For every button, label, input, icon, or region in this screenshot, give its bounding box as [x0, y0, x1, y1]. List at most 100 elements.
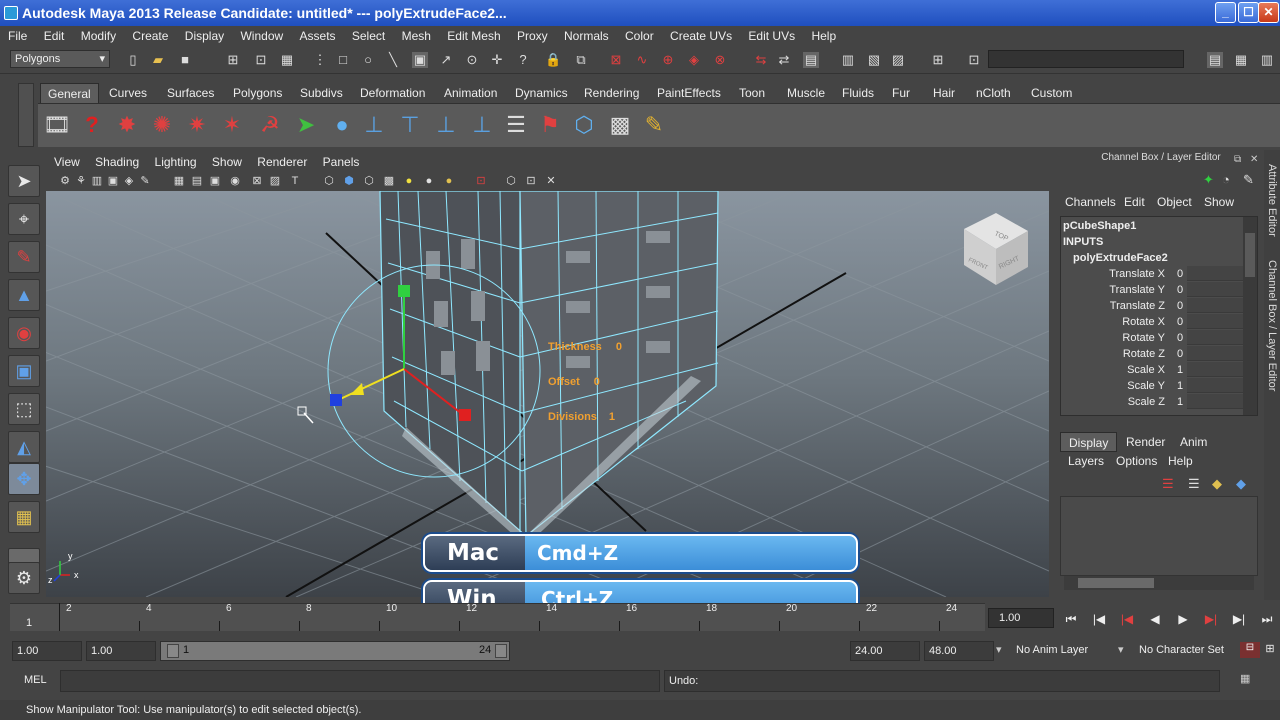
viewport-menu-show[interactable]: Show — [212, 155, 242, 169]
go-to-end-icon[interactable]: ⏭ — [1256, 610, 1278, 628]
menu-normals[interactable]: Normals — [564, 29, 609, 43]
safe-action-icon[interactable]: ▨ — [268, 174, 282, 188]
xray-icon[interactable]: ⬡ — [504, 174, 518, 188]
outliner-icon[interactable]: ☰ — [502, 111, 530, 139]
tab-render[interactable]: Render — [1118, 432, 1173, 452]
channel-pencil-icon[interactable]: ✎ — [1243, 172, 1254, 188]
gate-mask-icon[interactable]: ◉ — [228, 174, 242, 188]
rotate-tool-icon[interactable]: ◉ — [8, 317, 40, 349]
channel-scrollbar[interactable] — [1243, 217, 1257, 415]
tab-muscle[interactable]: Muscle — [780, 83, 832, 103]
select-other-icon[interactable]: ? — [515, 52, 531, 68]
tab-fluids[interactable]: Fluids — [835, 83, 881, 103]
channel-scrollbar-thumb[interactable] — [1245, 233, 1255, 277]
anim-layer-label[interactable]: No Anim Layer — [1016, 644, 1088, 656]
show-hide-attribute-editor-icon[interactable]: ▤ — [1207, 52, 1223, 68]
channel-control-icon[interactable]: ⚑ — [536, 111, 564, 139]
menu-display[interactable]: Display — [185, 29, 224, 43]
show-hide-channel-box-icon[interactable]: ▥ — [1259, 52, 1275, 68]
tab-rendering[interactable]: Rendering — [577, 83, 646, 103]
snap-view-plane-icon[interactable]: ◈ — [686, 52, 702, 68]
textured-icon[interactable]: ▩ — [382, 174, 396, 188]
film-gate-icon[interactable]: ▤ — [190, 174, 204, 188]
anim-layer-dropdown-icon[interactable]: ▾ — [996, 643, 1002, 656]
select-joint-icon[interactable]: □ — [335, 52, 351, 68]
step-back-frame-icon[interactable]: |◀ — [1116, 610, 1138, 628]
select-component-icon[interactable]: ▦ — [279, 52, 295, 68]
lattice-icon[interactable]: ⊤ — [396, 111, 424, 139]
animation-end-field[interactable]: 48.00 — [924, 641, 994, 661]
step-forward-key-icon[interactable]: ▶| — [1228, 610, 1250, 628]
menu-proxy[interactable]: Proxy — [517, 29, 548, 43]
mode-selector[interactable]: Polygons ▾ — [10, 50, 110, 68]
snap-point-icon[interactable]: ⊕ — [660, 52, 676, 68]
open-scene-icon[interactable]: ▰ — [150, 52, 166, 68]
grease-pencil-icon[interactable]: ✎ — [138, 174, 152, 188]
viewport-menu-lighting[interactable]: Lighting — [155, 155, 197, 169]
channel-menu-object[interactable]: Object — [1157, 195, 1192, 209]
highlight-selection-icon[interactable]: ⧉ — [573, 52, 589, 68]
tab-polygons[interactable]: Polygons — [226, 83, 289, 103]
tab-hair[interactable]: Hair — [926, 83, 962, 103]
safe-title-icon[interactable]: T — [288, 174, 302, 188]
channel-row[interactable]: Rotate X 0 — [1061, 314, 1257, 330]
grid-cube-icon[interactable]: ▩ — [606, 111, 634, 139]
channel-cycle-icon[interactable]: ◔ — [1222, 172, 1230, 187]
input-node-name[interactable]: polyExtrudeFace2 — [1073, 250, 1168, 266]
shelf-menu-handle[interactable] — [18, 83, 34, 147]
paint-brush-icon[interactable]: ✎ — [640, 111, 668, 139]
tab-fur[interactable]: Fur — [885, 83, 917, 103]
go-to-start-icon[interactable]: ⏮ — [1060, 610, 1082, 628]
soft-modification-icon[interactable]: ◭ — [8, 431, 40, 463]
step-back-key-icon[interactable]: |◀ — [1088, 610, 1110, 628]
uv-grid-tool-icon[interactable]: ▦ — [8, 501, 40, 533]
channel-row[interactable]: Translate Z 0 — [1061, 298, 1257, 314]
channel-menu-edit[interactable]: Edit — [1124, 195, 1145, 209]
menu-assets[interactable]: Assets — [300, 29, 336, 43]
grid-toggle-icon[interactable]: ▦ — [172, 174, 186, 188]
snap-curve-icon[interactable]: ∿ — [634, 52, 650, 68]
select-surface-icon[interactable]: ╲ — [385, 52, 401, 68]
isolate-select-icon[interactable]: ⊡ — [474, 174, 488, 188]
render-view-icon[interactable]: ⊞ — [930, 52, 946, 68]
quick-layout-icon[interactable]: ⚙ — [8, 562, 40, 594]
viewport-menu-panels[interactable]: Panels — [323, 155, 360, 169]
play-backward-icon[interactable]: ◀ — [1144, 610, 1166, 628]
viewport-menu-view[interactable]: View — [54, 155, 80, 169]
magnet-icon[interactable]: ☭ — [256, 111, 284, 139]
resolution-gate-icon[interactable]: ▣ — [208, 174, 222, 188]
play-forward-icon[interactable]: ▶ — [1172, 610, 1194, 628]
tab-surfaces[interactable]: Surfaces — [160, 83, 221, 103]
tab-deformation[interactable]: Deformation — [353, 83, 432, 103]
channel-row[interactable]: Rotate Z 0 — [1061, 346, 1257, 362]
field-chart-icon[interactable]: ⊠ — [250, 174, 264, 188]
character-set-dropdown-icon[interactable]: ▾ — [1118, 643, 1124, 656]
range-start-handle[interactable] — [167, 644, 179, 658]
help-icon[interactable]: ? — [78, 111, 106, 139]
lasso-tool-icon[interactable]: ⌖ — [8, 203, 40, 235]
select-tool-icon[interactable]: ➤ — [8, 165, 40, 197]
hypershade-icon[interactable]: ▨ — [890, 52, 906, 68]
tab-anim[interactable]: Anim — [1172, 432, 1215, 452]
new-scene-icon[interactable]: ▯ — [125, 52, 141, 68]
show-manipulator-tool-icon[interactable]: ✥ — [8, 463, 40, 495]
layer-menu-options[interactable]: Options — [1116, 454, 1157, 468]
save-scene-icon[interactable]: ■ — [177, 52, 193, 68]
step-forward-frame-icon[interactable]: ▶| — [1200, 610, 1222, 628]
image-plane-icon[interactable]: ▣ — [106, 174, 120, 188]
tab-ncloth[interactable]: nCloth — [969, 83, 1018, 103]
tab-curves[interactable]: Curves — [102, 83, 154, 103]
menu-create-uvs[interactable]: Create UVs — [670, 29, 732, 43]
construction-history-icon[interactable]: ⇄ — [776, 52, 792, 68]
wireframe-icon[interactable]: ⬡ — [322, 174, 336, 188]
playback-start-field[interactable]: 1.00 — [86, 641, 156, 661]
green-arrow-icon[interactable]: ➤ — [292, 111, 320, 139]
joint-icon[interactable]: ⊥ — [432, 111, 460, 139]
xray-components-icon[interactable]: ✕ — [544, 174, 558, 188]
channel-row[interactable]: Scale Z 1 — [1061, 394, 1257, 410]
all-lights-icon[interactable]: ● — [422, 174, 436, 188]
channel-row[interactable]: Scale X 1 — [1061, 362, 1257, 378]
tab-toon[interactable]: Toon — [732, 83, 772, 103]
select-hierarchy-icon[interactable]: ⊞ — [225, 52, 241, 68]
menu-create[interactable]: Create — [132, 29, 168, 43]
